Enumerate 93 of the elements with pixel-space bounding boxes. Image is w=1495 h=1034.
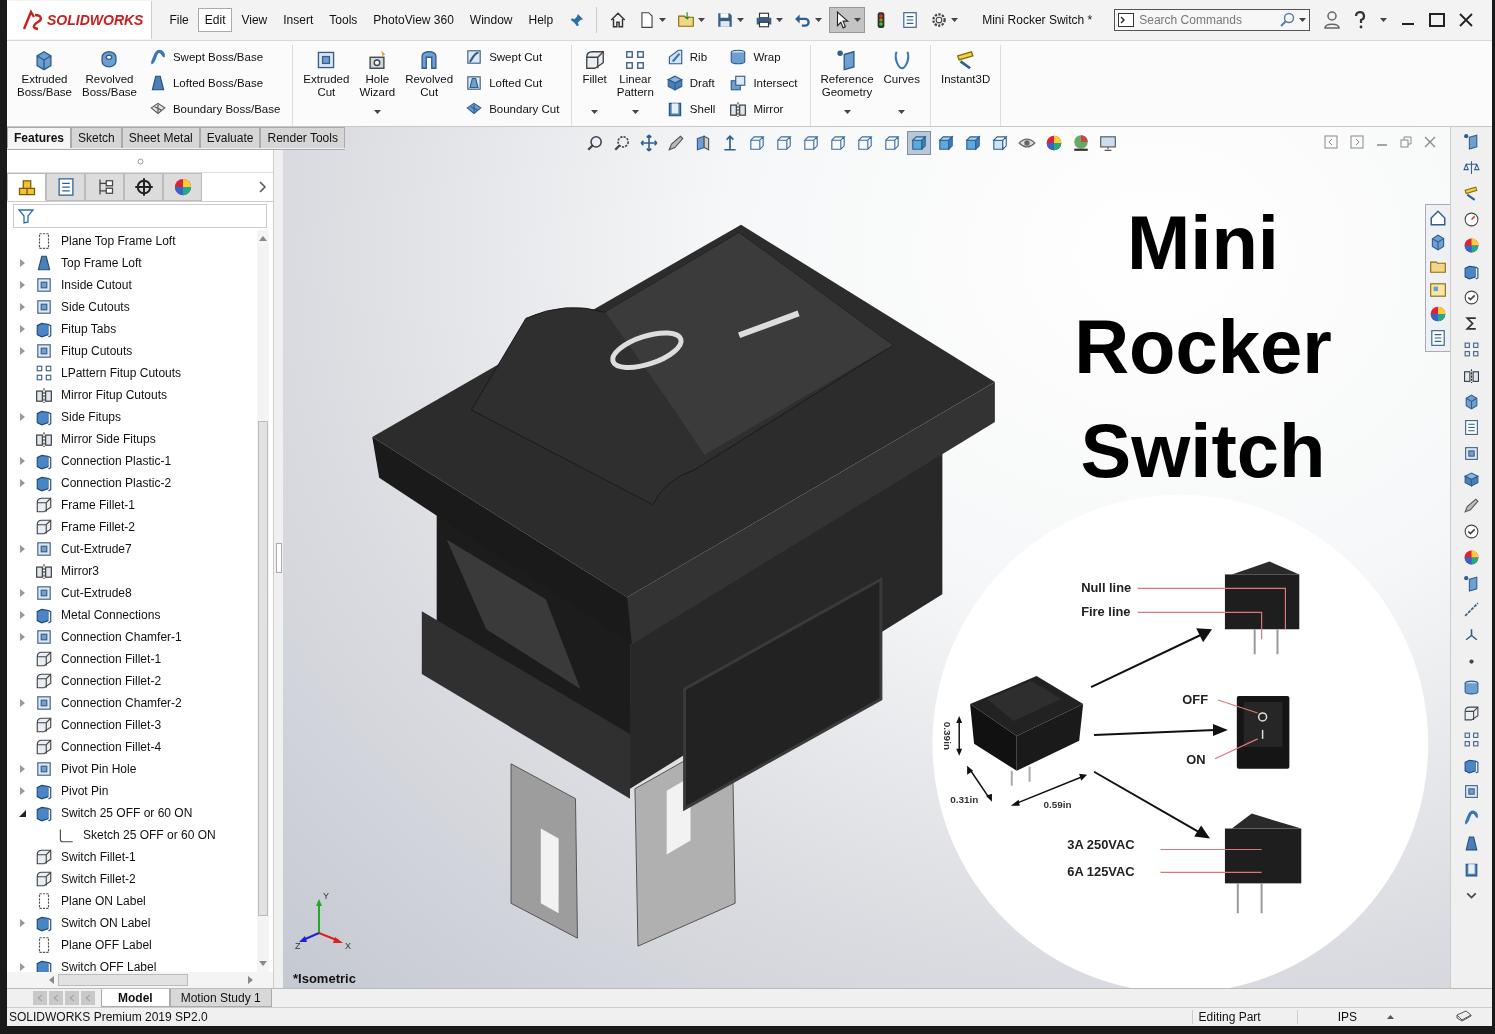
callout-label: 6A 125VAC: [1067, 864, 1135, 880]
ribbon-button[interactable]: Instant3D: [937, 45, 995, 121]
tab[interactable]: Model: [101, 989, 170, 1007]
dimension-label: 0.39in: [942, 721, 954, 750]
tree-item-label[interactable]: Inside Cutout: [61, 278, 132, 292]
units-label[interactable]: IPS: [1296, 1010, 1387, 1024]
view-name-label: *Isometric: [293, 971, 356, 986]
ribbon-button[interactable]: Extruded Boss/Base: [13, 45, 76, 121]
tree-item-label[interactable]: Connection Fillet-4: [61, 740, 162, 754]
tree-item-label[interactable]: Frame Fillet-2: [61, 520, 135, 534]
callout-label: 3A 250VAC: [1067, 837, 1135, 853]
tree-item-label[interactable]: Switch 25 OFF or 60 ON: [61, 806, 193, 820]
ribbon-button[interactable]: Rib: [661, 45, 720, 69]
tree-item-label[interactable]: Cut-Extrude8: [61, 586, 132, 600]
ribbon-button[interactable]: Linear Pattern: [612, 45, 658, 121]
tree-item-label[interactable]: Metal Connections: [61, 608, 161, 622]
tree-item-label[interactable]: Side Fitups: [61, 410, 122, 424]
ribbon-button[interactable]: Boundary Cut: [461, 97, 564, 121]
tree-item-label[interactable]: Switch Fillet-2: [61, 872, 136, 886]
menu-item[interactable]: Tools: [322, 8, 365, 32]
tree-item-label[interactable]: Plane ON Label: [61, 894, 146, 908]
tab[interactable]: Sketch: [71, 127, 122, 148]
tree-item-label[interactable]: Connection Fillet-1: [61, 652, 162, 666]
ribbon-button[interactable]: Boundary Boss/Base: [144, 97, 285, 121]
dimension-label: 0.31in: [950, 793, 979, 805]
dimension-label: 0.59in: [1043, 798, 1072, 810]
tree-item-label[interactable]: Cut-Extrude7: [61, 542, 132, 556]
status-text: SOLIDWORKS Premium 2019 SP2.0: [9, 1010, 208, 1024]
tree-item-label[interactable]: Mirror Fitup Cutouts: [61, 388, 168, 402]
tree-item-label[interactable]: Pivot Pin Hole: [61, 762, 137, 776]
tree-item-label[interactable]: Connection Plastic-2: [61, 476, 172, 490]
title-text: Rocker: [1074, 303, 1332, 391]
title-text: Switch: [1080, 407, 1326, 495]
tree-item-label[interactable]: Pivot Pin: [61, 784, 109, 798]
title-text: Mini: [1127, 199, 1279, 287]
menu-item[interactable]: View: [234, 8, 275, 32]
tree-item-label[interactable]: Connection Plastic-1: [61, 454, 172, 468]
ribbon-button[interactable]: Revolved Boss/Base: [77, 45, 141, 121]
tree-item-label[interactable]: Frame Fillet-1: [61, 498, 135, 512]
ribbon-button[interactable]: Intersect: [725, 71, 802, 95]
tab[interactable]: Sheet Metal: [121, 127, 200, 148]
tree-item-label[interactable]: Connection Fillet-2: [61, 674, 162, 688]
tree-item-label[interactable]: Mirror3: [61, 564, 99, 578]
tree-item-label[interactable]: Top Frame Loft: [61, 256, 142, 270]
tree-item-label[interactable]: Plane Top Frame Loft: [61, 234, 176, 248]
tab[interactable]: Features: [7, 127, 72, 148]
ribbon-button[interactable]: Extruded Cut: [299, 45, 354, 121]
tree-item-label[interactable]: Switch Fillet-1: [61, 850, 136, 864]
status-text: Editing Part: [1191, 1010, 1297, 1024]
tab[interactable]: Motion Study 1: [169, 989, 272, 1007]
menu-item[interactable]: PhotoView 360: [366, 8, 461, 32]
ribbon-button[interactable]: Curves: [879, 45, 924, 121]
ribbon-button[interactable]: Shell: [661, 97, 720, 121]
tree-item-label[interactable]: Side Cutouts: [61, 300, 130, 314]
tree-item-label[interactable]: Connection Fillet-3: [61, 718, 162, 732]
ribbon-button[interactable]: Swept Cut: [461, 45, 564, 69]
tree-item-label[interactable]: Plane OFF Label: [61, 938, 152, 952]
tree-item-label[interactable]: Switch OFF Label: [61, 960, 157, 974]
ribbon-button[interactable]: Fillet: [578, 45, 611, 121]
menu-item[interactable]: Insert: [276, 8, 321, 32]
tree-item-label[interactable]: Fitup Cutouts: [61, 344, 133, 358]
ribbon-button[interactable]: Reference Geometry: [816, 45, 878, 121]
tree-item-label[interactable]: Switch ON Label: [61, 916, 151, 930]
tree-item-label[interactable]: Sketch 25 OFF or 60 ON: [83, 828, 216, 842]
axis-label: X: [345, 941, 351, 951]
axis-label: Z: [295, 941, 301, 951]
search-field[interactable]: Search Commands: [1114, 9, 1311, 31]
axis-label: Y: [323, 891, 329, 901]
ribbon-button[interactable]: Mirror: [725, 97, 802, 121]
app-logo: SOLIDWORKS: [7, 1, 153, 39]
ribbon-button[interactable]: Lofted Boss/Base: [144, 71, 285, 95]
ribbon-button[interactable]: Lofted Cut: [461, 71, 564, 95]
menu-item[interactable]: Help: [521, 8, 561, 32]
ribbon-button[interactable]: Draft: [661, 71, 720, 95]
ribbon-button[interactable]: Swept Boss/Base: [144, 45, 285, 69]
menu-item[interactable]: File: [162, 8, 196, 32]
tree-item-label[interactable]: Connection Chamfer-1: [61, 630, 182, 644]
tree-item-label[interactable]: Mirror Side Fitups: [61, 432, 156, 446]
tree-item-label[interactable]: Fitup Tabs: [61, 322, 117, 336]
ribbon-button[interactable]: Revolved Cut: [401, 45, 458, 121]
tab[interactable]: Evaluate: [199, 127, 261, 148]
document-title: Mini Rocker Switch *: [982, 13, 1094, 27]
menu-item[interactable]: Edit: [197, 8, 233, 32]
callout-label: Fire line: [1081, 604, 1131, 620]
callout-label: ON: [1186, 751, 1206, 767]
tree-item-label[interactable]: Connection Chamfer-2: [61, 696, 182, 710]
tree-item-label[interactable]: LPattern Fitup Cutouts: [61, 366, 182, 380]
ribbon-button[interactable]: Wrap: [725, 45, 802, 69]
ribbon-button[interactable]: Hole Wizard: [355, 45, 400, 121]
tab[interactable]: Render Tools: [260, 127, 345, 148]
callout-label: OFF: [1182, 691, 1209, 707]
menu-item[interactable]: Window: [462, 8, 520, 32]
callout-label: Null line: [1081, 580, 1132, 596]
